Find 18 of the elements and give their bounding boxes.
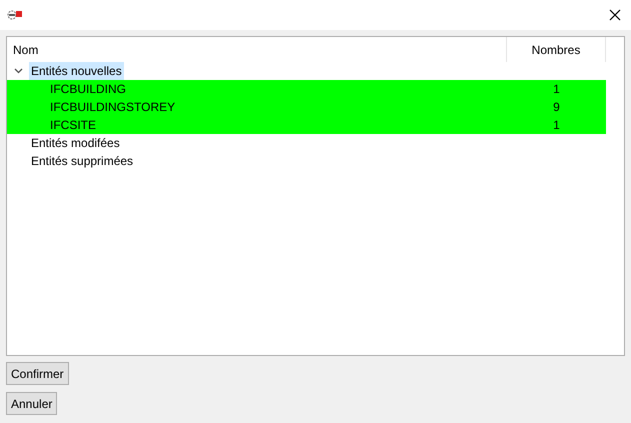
close-icon[interactable] [609,9,621,21]
tree-row[interactable]: IFCBUILDING 1 [7,80,606,98]
tree-item-label: IFCBUILDINGSTOREY [49,99,176,116]
dialog-button[interactable]: Annuler [6,392,58,415]
tree-item[interactable]: Entités nouvelles [29,62,124,80]
tree-row[interactable]: IFCBUILDINGSTOREY 9 [7,98,606,116]
chevron-down-icon[interactable] [14,68,22,74]
column-header[interactable]: Nombres [507,37,606,62]
tree-item[interactable]: Entités supprimées [29,152,136,170]
tree-row[interactable]: IFCSITE 1 [7,116,606,134]
tree-item-label: IFCBUILDING [49,81,128,98]
count-cell-text: 1 [552,117,561,134]
dialog-button[interactable]: Confirmer [6,362,69,385]
app-logo-icon [7,9,23,21]
count-cell-text: 9 [552,99,561,116]
tree-item-label: IFCSITE [49,117,98,134]
count-cell-text: 1 [552,81,561,98]
tree-item[interactable]: Entités modifées [29,134,122,152]
